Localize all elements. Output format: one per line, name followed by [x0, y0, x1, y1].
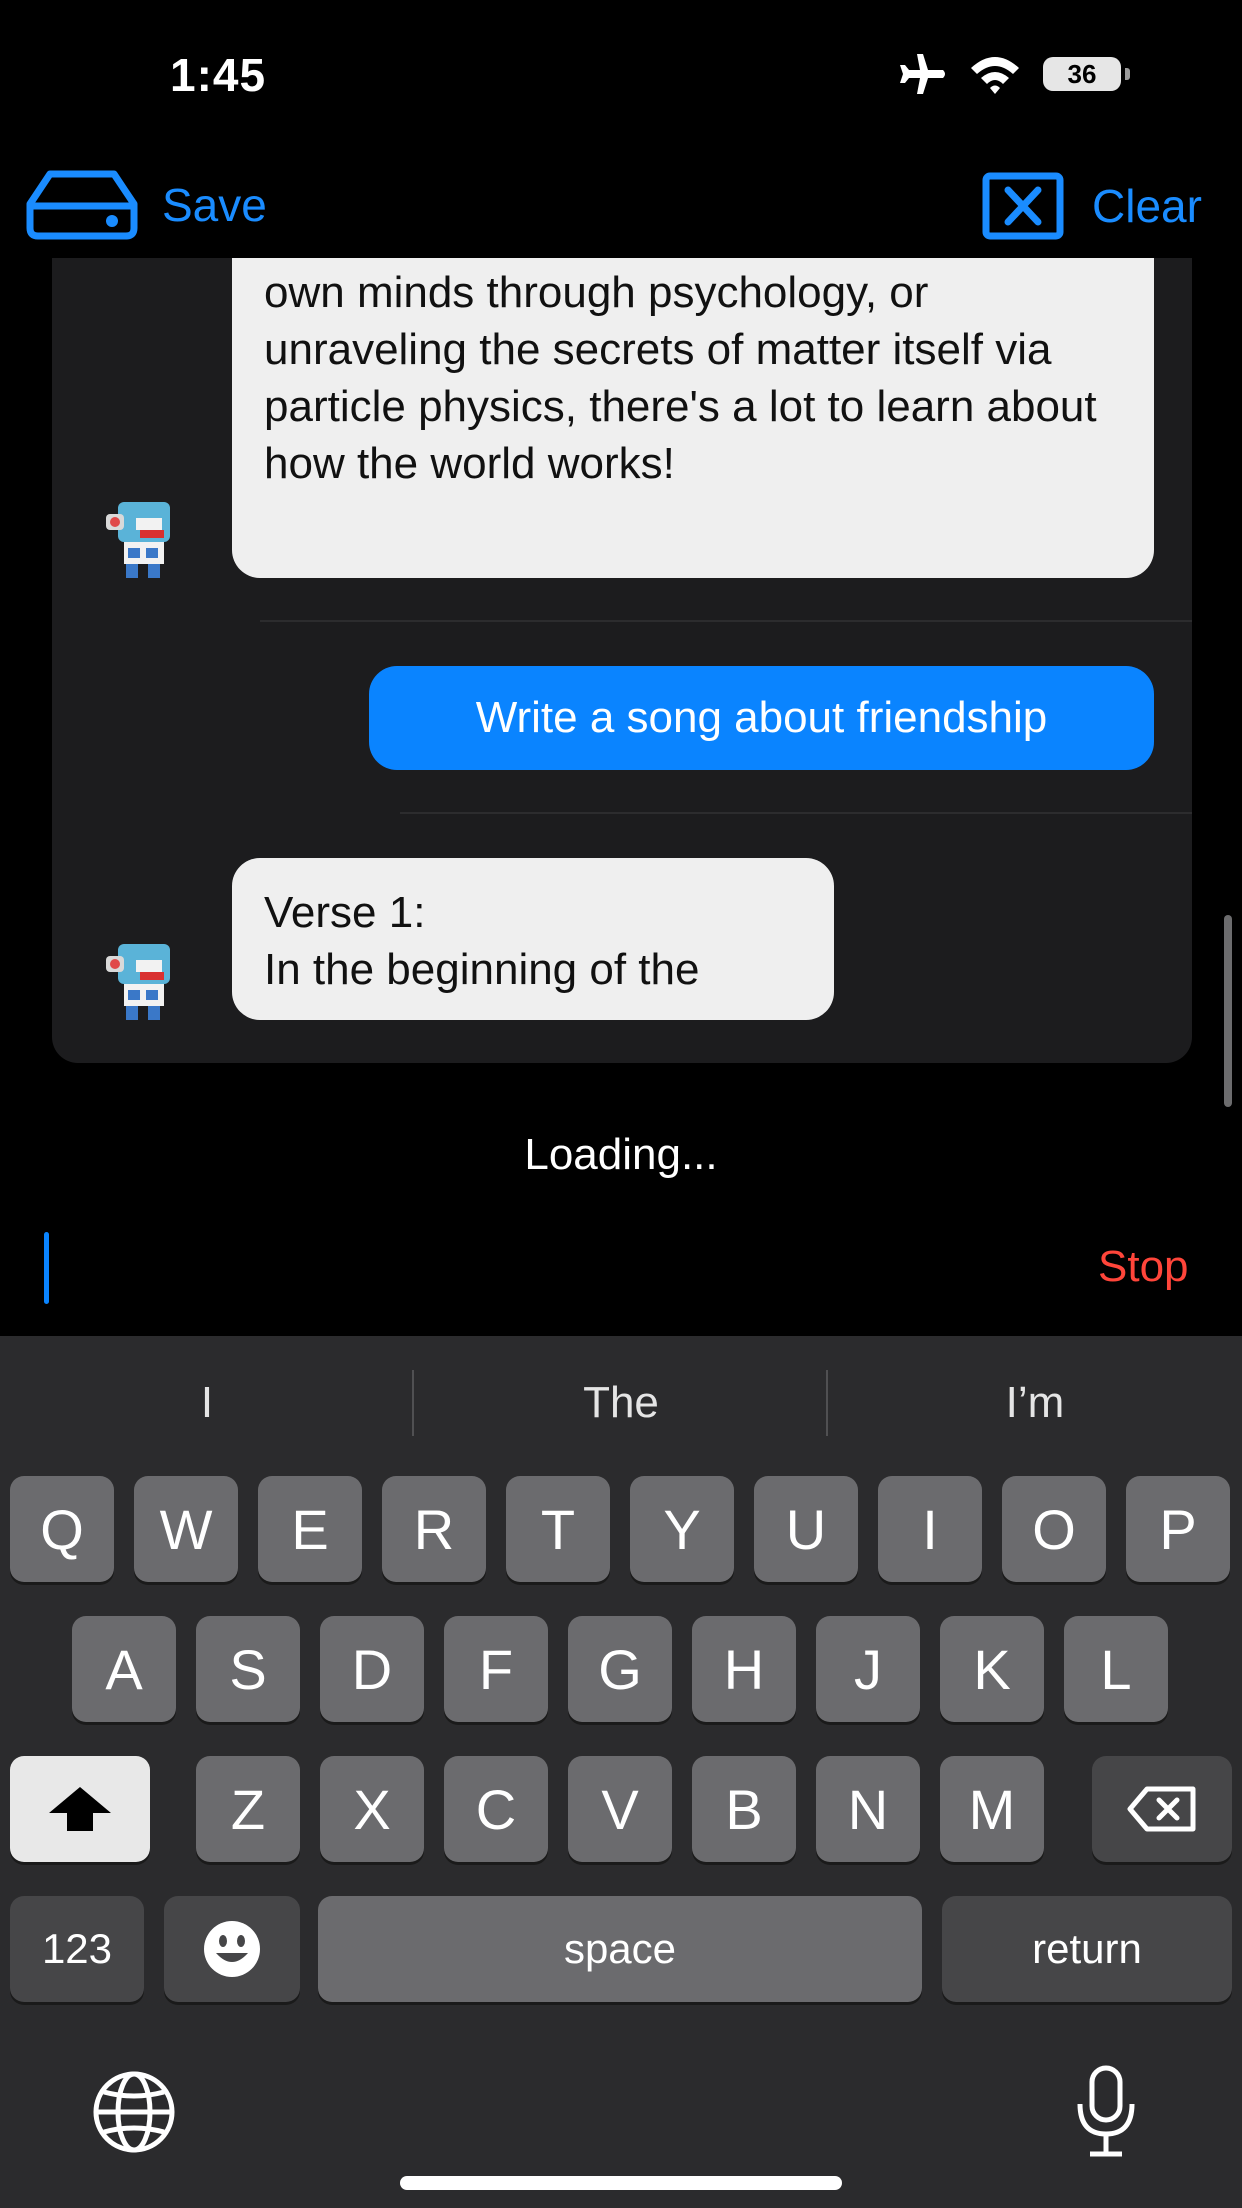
key-t[interactable]: T [506, 1476, 610, 1582]
emoji-key[interactable] [164, 1896, 300, 2002]
close-square-icon [982, 172, 1064, 240]
delete-key[interactable] [1092, 1756, 1232, 1862]
loading-text: Loading... [524, 1130, 718, 1179]
key-m[interactable]: M [940, 1756, 1044, 1862]
key-l[interactable]: L [1064, 1616, 1168, 1722]
key-e[interactable]: E [258, 1476, 362, 1582]
clear-button[interactable]: Clear [982, 172, 1202, 240]
key-p[interactable]: P [1126, 1476, 1230, 1582]
key-y[interactable]: Y [630, 1476, 734, 1582]
message-divider [260, 620, 1192, 622]
robot-avatar-icon [106, 502, 170, 578]
user-message-bubble: Write a song about friendship [369, 666, 1154, 770]
message-divider [400, 812, 1192, 814]
shift-arrow-icon [49, 1787, 111, 1831]
robot-avatar-icon [106, 944, 170, 1020]
globe-icon[interactable] [90, 2068, 178, 2156]
key-v[interactable]: V [568, 1756, 672, 1862]
suggestion-3[interactable]: I’m [828, 1378, 1242, 1428]
assistant-message-bubble: own minds through psychology, or unravel… [232, 258, 1154, 578]
airplane-icon [900, 54, 945, 94]
microphone-icon[interactable] [1074, 2064, 1138, 2160]
save-button[interactable]: Save [24, 168, 267, 242]
shift-key[interactable] [10, 1756, 150, 1862]
wifi-icon [971, 57, 1019, 94]
key-f[interactable]: F [444, 1616, 548, 1722]
key-o[interactable]: O [1002, 1476, 1106, 1582]
user-message-text: Write a song about friendship [475, 693, 1048, 742]
chat-container[interactable]: own minds through psychology, or unravel… [52, 258, 1192, 1063]
return-key[interactable]: return [942, 1896, 1232, 2002]
stop-button[interactable]: Stop [1098, 1242, 1189, 1292]
status-time: 1:45 [170, 49, 267, 101]
backspace-icon [1127, 1786, 1196, 1832]
key-b[interactable]: B [692, 1756, 796, 1862]
keyboard: I The I’m Q W E R T Y U I O P A S D F G … [0, 1336, 1242, 2208]
home-indicator[interactable] [400, 2176, 842, 2190]
status-icons: 36 [895, 52, 1130, 96]
key-h[interactable]: H [692, 1616, 796, 1722]
key-c[interactable]: C [444, 1756, 548, 1862]
key-d[interactable]: D [320, 1616, 424, 1722]
key-k[interactable]: K [940, 1616, 1044, 1722]
key-r[interactable]: R [382, 1476, 486, 1582]
suggestion-2[interactable]: The [414, 1378, 828, 1428]
numbers-key[interactable]: 123 [10, 1896, 144, 2002]
save-label: Save [162, 179, 267, 231]
key-j[interactable]: J [816, 1616, 920, 1722]
assistant-message-line: In the beginning of the [264, 945, 700, 994]
assistant-message-text: own minds through psychology, or unravel… [264, 268, 1097, 488]
key-q[interactable]: Q [10, 1476, 114, 1582]
key-g[interactable]: G [568, 1616, 672, 1722]
key-a[interactable]: A [72, 1616, 176, 1722]
space-key[interactable]: space [318, 1896, 922, 2002]
text-input-cursor[interactable] [44, 1232, 49, 1304]
key-i[interactable]: I [878, 1476, 982, 1582]
suggestion-1[interactable]: I [0, 1378, 414, 1428]
key-z[interactable]: Z [196, 1756, 300, 1862]
key-s[interactable]: S [196, 1616, 300, 1722]
key-w[interactable]: W [134, 1476, 238, 1582]
battery-cap [1125, 68, 1130, 80]
drive-icon [26, 170, 138, 240]
assistant-message-bubble: Verse 1: In the beginning of the [232, 858, 834, 1020]
clear-label: Clear [1092, 180, 1202, 232]
battery-indicator: 36 [1043, 57, 1121, 91]
key-n[interactable]: N [816, 1756, 920, 1862]
key-x[interactable]: X [320, 1756, 424, 1862]
emoji-icon [204, 1921, 260, 1977]
key-u[interactable]: U [754, 1476, 858, 1582]
scrollbar[interactable] [1224, 915, 1232, 1107]
assistant-message-line: Verse 1: [264, 888, 426, 937]
